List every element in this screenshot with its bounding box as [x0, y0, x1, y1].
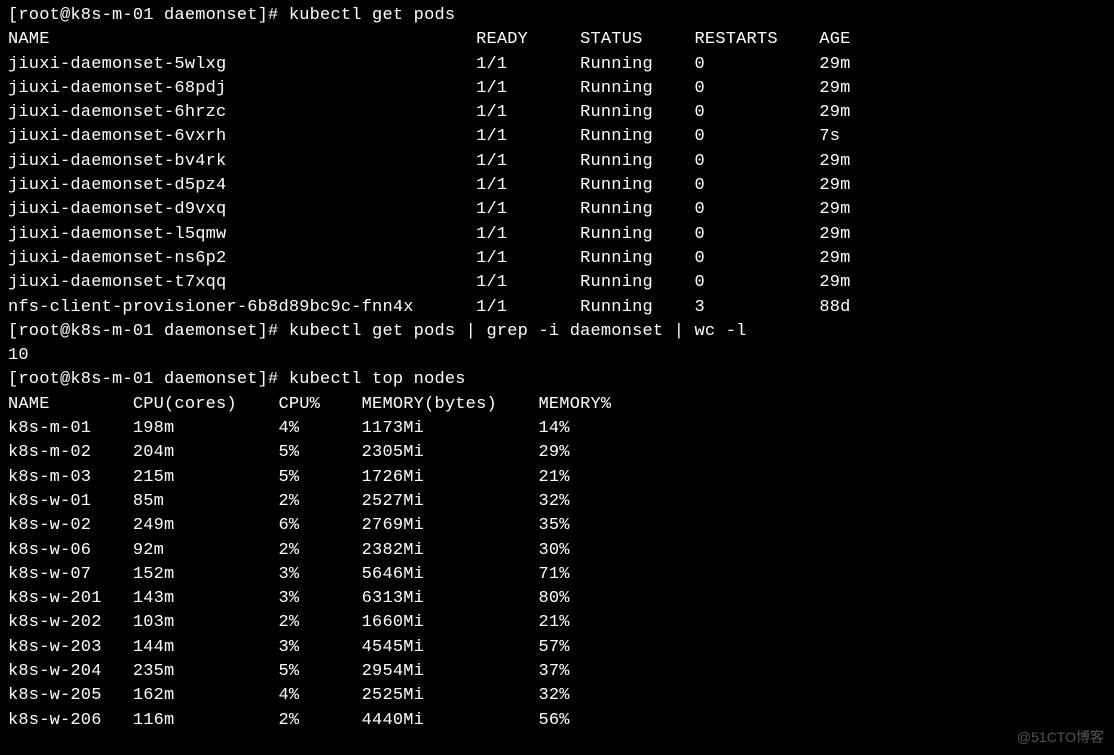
- pods-row: jiuxi-daemonset-5wlxg 1/1 Running 0 29m: [8, 53, 1106, 77]
- prompt-line-3[interactable]: [root@k8s-m-01 daemonset]# kubectl top n…: [8, 368, 1106, 392]
- nodes-row: k8s-w-01 85m 2% 2527Mi 32%: [8, 490, 1106, 514]
- nodes-row: k8s-w-02 249m 6% 2769Mi 35%: [8, 514, 1106, 538]
- pods-row: jiuxi-daemonset-d9vxq 1/1 Running 0 29m: [8, 198, 1106, 222]
- cmd2-output: 10: [8, 344, 1106, 368]
- pods-row: jiuxi-daemonset-6hrzc 1/1 Running 0 29m: [8, 101, 1106, 125]
- pods-row: jiuxi-daemonset-68pdj 1/1 Running 0 29m: [8, 77, 1106, 101]
- nodes-row: k8s-w-07 152m 3% 5646Mi 71%: [8, 563, 1106, 587]
- terminal-output[interactable]: [root@k8s-m-01 daemonset]# kubectl get p…: [8, 4, 1106, 733]
- pods-row: jiuxi-daemonset-ns6p2 1/1 Running 0 29m: [8, 247, 1106, 271]
- nodes-row: k8s-m-03 215m 5% 1726Mi 21%: [8, 466, 1106, 490]
- pods-row: jiuxi-daemonset-t7xqq 1/1 Running 0 29m: [8, 271, 1106, 295]
- prompt-line-2[interactable]: [root@k8s-m-01 daemonset]# kubectl get p…: [8, 320, 1106, 344]
- pods-row: nfs-client-provisioner-6b8d89bc9c-fnn4x …: [8, 296, 1106, 320]
- watermark: @51CTO博客: [1017, 725, 1104, 749]
- nodes-row: k8s-w-203 144m 3% 4545Mi 57%: [8, 636, 1106, 660]
- pods-row: jiuxi-daemonset-6vxrh 1/1 Running 0 7s: [8, 125, 1106, 149]
- nodes-row: k8s-w-201 143m 3% 6313Mi 80%: [8, 587, 1106, 611]
- nodes-row: k8s-m-02 204m 5% 2305Mi 29%: [8, 441, 1106, 465]
- nodes-row: k8s-w-206 116m 2% 4440Mi 56%: [8, 709, 1106, 733]
- nodes-row: k8s-w-202 103m 2% 1660Mi 21%: [8, 611, 1106, 635]
- pods-header: NAME READY STATUS RESTARTS AGE: [8, 28, 1106, 52]
- pods-row: jiuxi-daemonset-l5qmw 1/1 Running 0 29m: [8, 223, 1106, 247]
- nodes-header: NAME CPU(cores) CPU% MEMORY(bytes) MEMOR…: [8, 393, 1106, 417]
- prompt-line-1[interactable]: [root@k8s-m-01 daemonset]# kubectl get p…: [8, 4, 1106, 28]
- pods-row: jiuxi-daemonset-d5pz4 1/1 Running 0 29m: [8, 174, 1106, 198]
- nodes-row: k8s-w-204 235m 5% 2954Mi 37%: [8, 660, 1106, 684]
- pods-row: jiuxi-daemonset-bv4rk 1/1 Running 0 29m: [8, 150, 1106, 174]
- nodes-row: k8s-w-06 92m 2% 2382Mi 30%: [8, 539, 1106, 563]
- nodes-row: k8s-m-01 198m 4% 1173Mi 14%: [8, 417, 1106, 441]
- nodes-row: k8s-w-205 162m 4% 2525Mi 32%: [8, 684, 1106, 708]
